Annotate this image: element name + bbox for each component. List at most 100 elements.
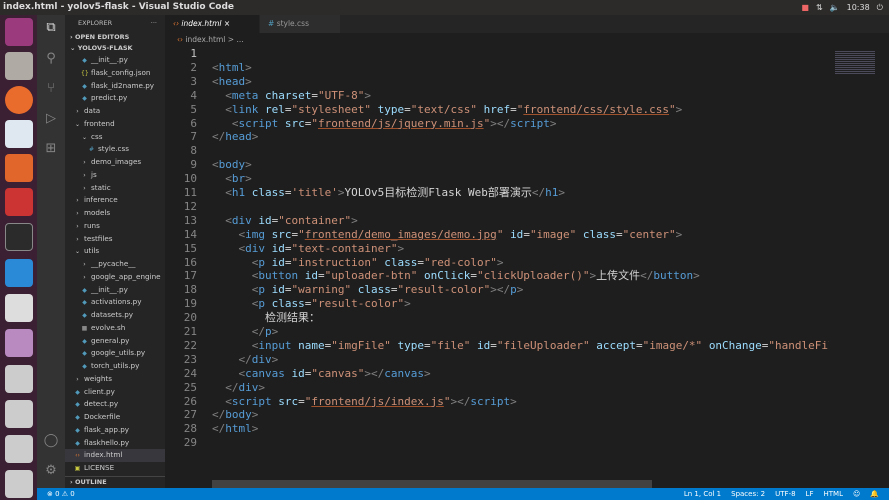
source-control-icon[interactable]: ⑂ xyxy=(43,81,59,97)
file-tree-item[interactable]: ◆ torch_utils.py xyxy=(65,360,165,373)
close-icon[interactable]: × xyxy=(224,19,230,28)
code-token: > xyxy=(251,422,259,436)
file-tree-item[interactable]: › demo_images xyxy=(65,156,165,169)
code-token: script xyxy=(231,394,272,408)
clock[interactable]: 10:38 xyxy=(847,0,870,15)
code-token: </ xyxy=(238,352,252,366)
warnings-count[interactable]: ⚠ 0 xyxy=(62,490,75,498)
folder-chevron-icon: › xyxy=(76,222,79,230)
file-tree-item[interactable]: ‹› index.html xyxy=(65,449,165,462)
tab-index-html[interactable]: ‹› index.html × xyxy=(165,15,259,33)
file-tree-item[interactable]: ▣ LICENSE xyxy=(65,462,165,475)
file-tree-item[interactable]: ◆ detect.py xyxy=(65,398,165,411)
manage-gear-icon[interactable]: ⚙ xyxy=(43,463,59,479)
network-icon[interactable]: ⇅ xyxy=(816,0,823,15)
file-tree-item[interactable]: ◆ Dockerfile xyxy=(65,411,165,424)
file-tree-item[interactable]: ◆ activations.py xyxy=(65,296,165,309)
code-token: > xyxy=(510,394,517,408)
settings-icon[interactable] xyxy=(5,188,33,216)
code-token: link xyxy=(231,102,259,116)
file-tree-item[interactable]: ⌄ frontend xyxy=(65,118,165,131)
file-tree-item[interactable]: ◆ general.py xyxy=(65,335,165,348)
errors-count[interactable]: ⊗ 0 xyxy=(47,490,60,498)
feedback-icon[interactable]: ☺ xyxy=(853,488,860,500)
media-icon[interactable] xyxy=(5,329,33,357)
file-tree-item[interactable]: # style.css xyxy=(65,143,165,156)
code-token: "text/css" xyxy=(410,102,477,116)
file-tree-label: evolve.sh xyxy=(91,322,126,332)
file-tree-item[interactable]: › weights xyxy=(65,373,165,386)
code-token: "uploader-btn" xyxy=(324,269,418,283)
run-debug-icon[interactable]: ▷ xyxy=(43,111,59,127)
vscode-icon[interactable] xyxy=(5,259,33,287)
drive-icon[interactable] xyxy=(5,400,33,428)
drive-icon[interactable] xyxy=(5,365,33,393)
line-number: 25 xyxy=(183,380,197,394)
file-tree-item[interactable]: ◆ __init__.py xyxy=(65,54,165,67)
code-editor[interactable]: 1 2 <html> 3 <head> 4 <meta charset="UTF-8"> 5… xyxy=(165,46,829,480)
file-tree-item[interactable]: ◆ flask_app.py xyxy=(65,424,165,437)
account-icon[interactable]: ◯ xyxy=(43,433,59,449)
file-tree-item[interactable]: › __pycache__ xyxy=(65,258,165,271)
search-icon[interactable]: ⚲ xyxy=(43,51,59,67)
py-file-icon: ◆ xyxy=(75,426,80,434)
outline-section[interactable]: › OUTLINE xyxy=(65,476,165,487)
file-tree-item[interactable]: › inference xyxy=(65,194,165,207)
file-tree-item[interactable]: ◆ flaskhello.py xyxy=(65,437,165,450)
file-tree-item[interactable]: ◆ client.py xyxy=(65,386,165,399)
line-ending[interactable]: LF xyxy=(806,488,814,500)
record-icon[interactable]: ■ xyxy=(801,0,809,15)
language-mode[interactable]: HTML xyxy=(823,488,842,500)
software-center-icon[interactable] xyxy=(5,154,33,182)
horizontal-scrollbar[interactable] xyxy=(212,480,652,488)
text-editor-icon[interactable] xyxy=(5,294,33,322)
more-actions-icon[interactable]: ··· xyxy=(151,15,157,32)
files-icon[interactable] xyxy=(5,52,33,80)
breadcrumb-item[interactable]: > ... xyxy=(228,35,244,44)
cursor-position[interactable]: Ln 1, Col 1 xyxy=(684,488,721,500)
file-tree-item[interactable]: › models xyxy=(65,207,165,220)
file-tree-item[interactable]: ◆ __init__.py xyxy=(65,284,165,297)
file-tree-item[interactable]: › js xyxy=(65,169,165,182)
notifications-bell-icon[interactable]: 🔔 xyxy=(870,488,879,500)
minimap[interactable] xyxy=(829,46,889,480)
explorer-icon[interactable]: ⧉ xyxy=(43,20,59,36)
extensions-icon[interactable]: ⊞ xyxy=(43,141,59,157)
file-tree-item[interactable]: ◆ flask_id2name.py xyxy=(65,80,165,93)
project-section[interactable]: ⌄ YOLOV5-FLASK xyxy=(65,43,165,54)
file-tree-item[interactable]: ⌄ utils xyxy=(65,245,165,258)
terminal-icon[interactable] xyxy=(5,223,33,251)
editor-tabs: ‹› index.html × # style.css xyxy=(165,15,889,33)
file-tree-item[interactable]: ⌄ css xyxy=(65,131,165,144)
indentation[interactable]: Spaces: 2 xyxy=(731,488,765,500)
file-tree-item[interactable]: ◆ google_utils.py xyxy=(65,347,165,360)
ubuntu-launcher-icon[interactable] xyxy=(5,18,33,46)
window-title-bar: index.html - yolov5-flask - Visual Studi… xyxy=(0,0,889,15)
file-tree-item[interactable]: ■ evolve.sh xyxy=(65,322,165,335)
file-tree-item[interactable]: › static xyxy=(65,182,165,195)
file-tree-item[interactable]: ◆ datasets.py xyxy=(65,309,165,322)
file-tree-item[interactable]: › google_app_engine xyxy=(65,271,165,284)
volume-icon[interactable]: 🔈 xyxy=(830,0,840,15)
file-tree-item[interactable]: › runs xyxy=(65,220,165,233)
py-file-icon: ◆ xyxy=(75,388,80,396)
libreoffice-impress-icon[interactable] xyxy=(5,120,33,148)
encoding[interactable]: UTF-8 xyxy=(775,488,795,500)
open-editors-section[interactable]: › OPEN EDITORS xyxy=(65,32,165,43)
show-apps-icon[interactable] xyxy=(5,470,33,498)
drive-icon[interactable] xyxy=(5,435,33,463)
power-icon[interactable]: ⏻ xyxy=(877,0,883,15)
code-token: "fileUploader" xyxy=(496,338,590,352)
code-token: div xyxy=(251,352,272,366)
file-tree-item[interactable]: {} flask_config.json xyxy=(65,67,165,80)
line-number: 17 xyxy=(183,269,197,283)
file-tree-item[interactable]: ◆ predict.py xyxy=(65,92,165,105)
tab-style-css[interactable]: # style.css xyxy=(260,15,340,33)
breadcrumb-item[interactable]: index.html xyxy=(185,35,225,44)
code-token: > xyxy=(693,269,700,283)
file-tree-item[interactable]: › testfiles xyxy=(65,233,165,246)
firefox-icon[interactable] xyxy=(5,86,33,114)
file-tree-item[interactable]: › data xyxy=(65,105,165,118)
